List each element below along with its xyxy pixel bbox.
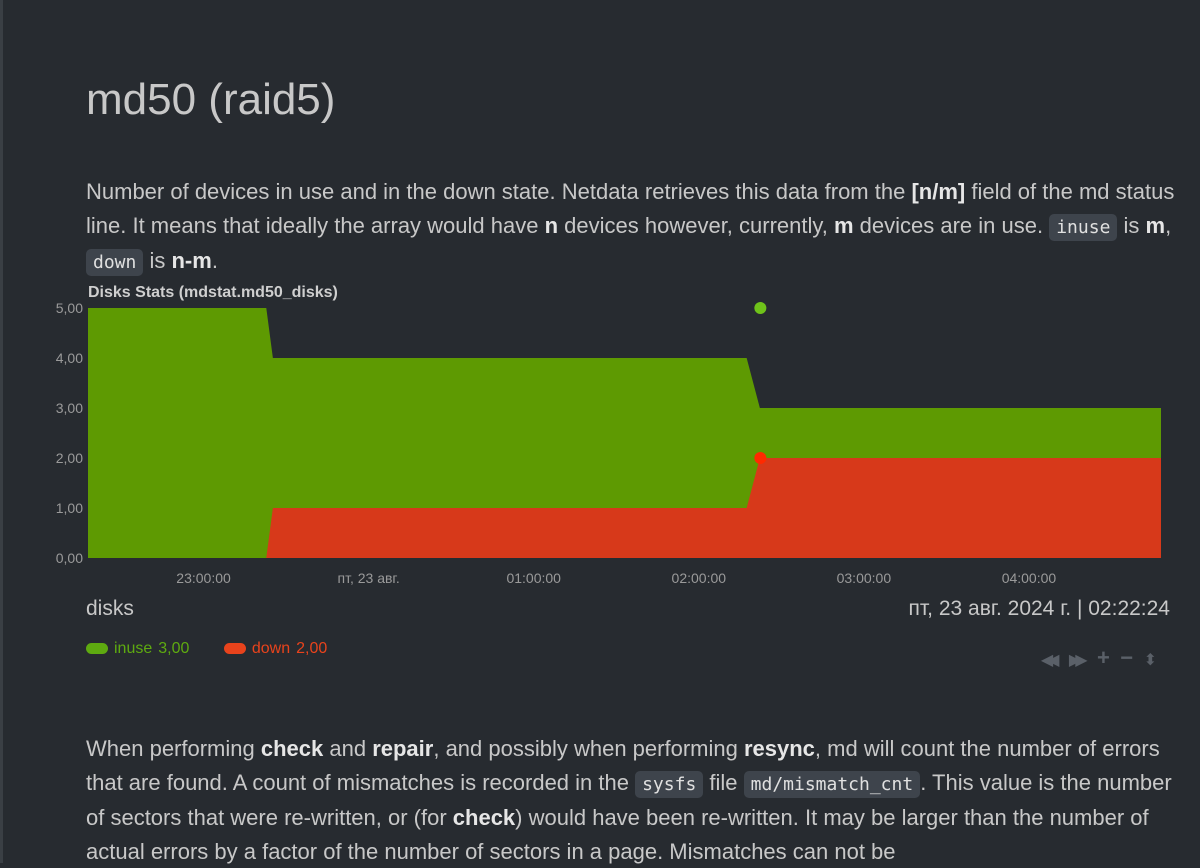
y-tick-label: 3,00: [56, 400, 83, 416]
description-text: is: [143, 248, 172, 273]
y-tick-label: 0,00: [56, 550, 83, 566]
chart-legend: inuse 3,00 down 2,00: [86, 640, 357, 658]
inline-code-mismatch-cnt: md/mismatch_cnt: [743, 770, 921, 798]
legend-label-inuse: inuse: [114, 640, 153, 657]
legend-item-inuse[interactable]: inuse 3,00: [86, 640, 189, 658]
y-tick-label: 5,00: [56, 300, 83, 316]
chart-description: Number of devices in use and in the down…: [86, 175, 1176, 280]
disks-stats-chart[interactable]: 5,00 4,00 3,00 2,00 1,00 0,00 23:00:00 пт, 23 а…: [0, 298, 1200, 598]
y-tick-label: 1,00: [56, 500, 83, 516]
description-text: devices are in use.: [853, 212, 1050, 238]
x-tick-label: пт, 23 авг.: [338, 570, 400, 586]
description-text: ,: [1165, 212, 1172, 238]
legend-label-down: down: [251, 640, 291, 657]
mismatch-description: When performing check and repair, and po…: [86, 732, 1176, 868]
description-text: and: [323, 736, 373, 761]
inline-code-down: down: [86, 249, 144, 276]
y-tick-label: 4,00: [56, 350, 83, 366]
chart-units: disks: [86, 597, 134, 620]
legend-swatch-down: [223, 643, 246, 655]
chart-toolbox: ◀◀ ▶▶ + − ⬍: [1041, 645, 1160, 671]
description-text: is: [1117, 212, 1146, 238]
highlight-point-down: [754, 452, 767, 464]
page-title: md50 (raid5): [86, 75, 336, 124]
x-tick-label: 04:00:00: [1002, 570, 1057, 586]
description-text: .: [211, 248, 218, 273]
description-bold: resync: [743, 736, 815, 761]
legend-swatch-inuse: [86, 643, 108, 655]
chart-timestamp: пт, 23 авг. 2024 г. | 02:22:24: [908, 597, 1170, 620]
x-tick-label: 03:00:00: [837, 570, 892, 586]
description-bold: m: [1145, 212, 1166, 238]
y-tick-label: 2,00: [56, 450, 83, 466]
description-bold: n-m: [171, 248, 212, 273]
description-bold: n: [544, 212, 559, 238]
legend-value-inuse: 3,00: [158, 640, 190, 657]
zoom-out-icon[interactable]: −: [1120, 645, 1136, 671]
description-text: Number of devices in use and in the down…: [86, 179, 912, 204]
description-bold: check: [260, 736, 324, 761]
description-bold: [n/m]: [911, 179, 966, 204]
x-tick-label: 23:00:00: [176, 570, 231, 586]
x-tick-label: 01:00:00: [506, 570, 561, 586]
x-tick-label: 02:00:00: [672, 570, 727, 586]
inline-code-inuse: inuse: [1049, 213, 1118, 241]
resize-icon[interactable]: ⬍: [1144, 650, 1160, 670]
description-text: devices however, currently,: [558, 212, 834, 238]
pan-right-icon[interactable]: ▶▶: [1069, 650, 1087, 670]
highlight-point-inuse: [754, 302, 767, 314]
legend-item-down[interactable]: down 2,00: [223, 640, 328, 658]
description-bold: check: [452, 805, 516, 830]
legend-value-down: 2,00: [296, 640, 328, 657]
zoom-in-icon[interactable]: +: [1097, 645, 1113, 671]
pan-left-icon[interactable]: ◀◀: [1041, 650, 1059, 670]
description-text: , and possibly when performing: [433, 736, 744, 761]
description-bold: repair: [372, 736, 434, 761]
description-text: file: [703, 769, 744, 795]
inline-code-sysfs: sysfs: [635, 770, 704, 798]
description-bold: m: [833, 212, 854, 238]
description-text: When performing: [86, 736, 261, 761]
